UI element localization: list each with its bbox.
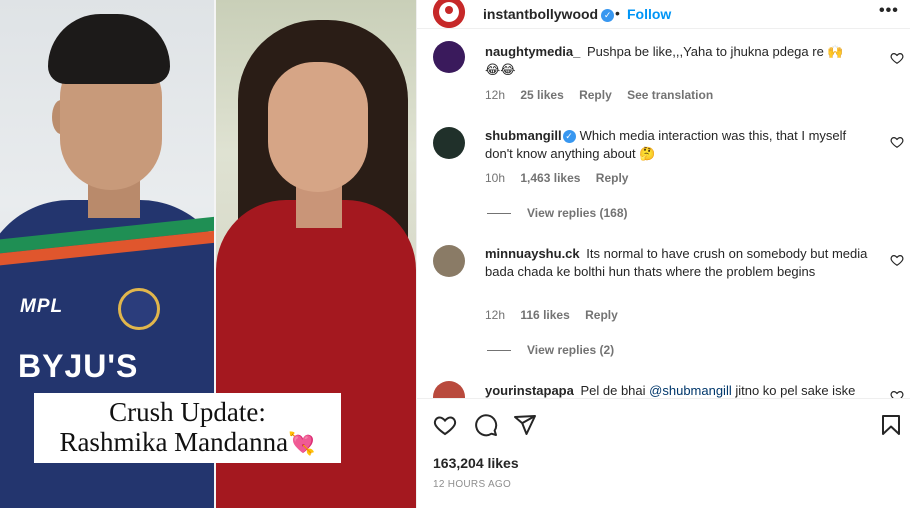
heart-arrow-icon: 💘 (288, 431, 316, 456)
paper-plane-icon[interactable] (513, 413, 537, 437)
verified-badge-icon: ✓ (562, 130, 576, 143)
view-replies-button[interactable]: View replies (168) (487, 206, 628, 220)
author-avatar[interactable] (431, 0, 467, 30)
comment-like-icon[interactable] (890, 389, 904, 398)
comment-text: shubmangill ✓ Which media interaction was … (485, 128, 847, 161)
woman-face (268, 62, 368, 192)
reply-button[interactable]: Reply (585, 308, 618, 322)
author-username[interactable]: instantbollywood ✓ (483, 6, 615, 22)
post-header: instantbollywood ✓ • Follow ••• (417, 0, 910, 30)
comment-text: naughtymedia_ Pushpa be like,,,Yaha to j… (485, 44, 844, 77)
comment-likes[interactable]: 116 likes (520, 308, 569, 322)
comment-like-icon[interactable] (890, 51, 904, 65)
comment-text: yourinstapapa Pel de bhai @shubmangill j… (485, 383, 856, 398)
comment-meta: 12h 116 likes Reply (485, 308, 630, 322)
comments-list[interactable]: naughtymedia_ Pushpa be like,,,Yaha to j… (417, 28, 910, 398)
bcci-badge (118, 288, 160, 330)
image-caption-line1: Crush Update: (109, 397, 266, 427)
comment-username[interactable]: yourinstapapa (485, 383, 574, 398)
reply-button[interactable]: Reply (579, 88, 612, 102)
comment-username[interactable]: shubmangill (485, 128, 562, 143)
comment-like-icon[interactable] (890, 135, 904, 149)
see-translation-button[interactable]: See translation (627, 88, 713, 102)
image-caption-box: Crush Update: Rashmika Mandanna💘 (34, 393, 341, 463)
comment-time: 12h (485, 88, 506, 102)
comment-avatar[interactable] (433, 245, 465, 277)
reply-button[interactable]: Reply (596, 171, 629, 185)
post-timestamp[interactable]: 12 HOURS AGO (433, 479, 511, 490)
comment-avatar[interactable] (433, 127, 465, 159)
comment-time: 10h (485, 171, 506, 185)
view-replies-button[interactable]: View replies (2) (487, 343, 614, 357)
heart-outline-icon[interactable] (433, 413, 457, 437)
comment-likes[interactable]: 1,463 likes (520, 171, 580, 185)
jersey-sponsor-byjus: BYJU'S (18, 348, 139, 384)
bookmark-icon[interactable] (879, 413, 903, 437)
comment-meta: 10h 1,463 likes Reply (485, 171, 640, 185)
comment-username[interactable]: naughtymedia_ (485, 44, 580, 59)
jersey-sponsor-mpl: MPL (20, 296, 64, 317)
comment-like-icon[interactable] (890, 253, 904, 267)
comment-meta: 12h 25 likes Reply See translation (485, 88, 725, 102)
comment-username[interactable]: minnuayshu.ck (485, 246, 580, 261)
header-separator: • (615, 5, 620, 21)
speech-bubble-icon[interactable] (474, 413, 498, 437)
comment-avatar[interactable] (433, 41, 465, 73)
follow-button[interactable]: Follow (627, 6, 671, 22)
like-count[interactable]: 163,204 likes (433, 455, 519, 471)
mention-link[interactable]: @shubmangill (649, 383, 732, 398)
comment-text: minnuayshu.ck Its normal to have crush o… (485, 246, 868, 279)
image-caption-line2: Rashmika Mandanna (59, 427, 289, 457)
more-options-icon[interactable]: ••• (879, 2, 899, 20)
comment-avatar[interactable] (433, 381, 465, 398)
comment-time: 12h (485, 308, 506, 322)
post-sidebar: instantbollywood ✓ • Follow ••• naughtyme… (416, 0, 910, 508)
verified-badge-icon: ✓ (601, 9, 615, 22)
post-media[interactable]: MPL BYJU'S Crush Update: Rashmika Mandan… (0, 0, 416, 508)
comment-likes[interactable]: 25 likes (520, 88, 563, 102)
post-actions: 163,204 likes 12 HOURS AGO (417, 398, 910, 508)
